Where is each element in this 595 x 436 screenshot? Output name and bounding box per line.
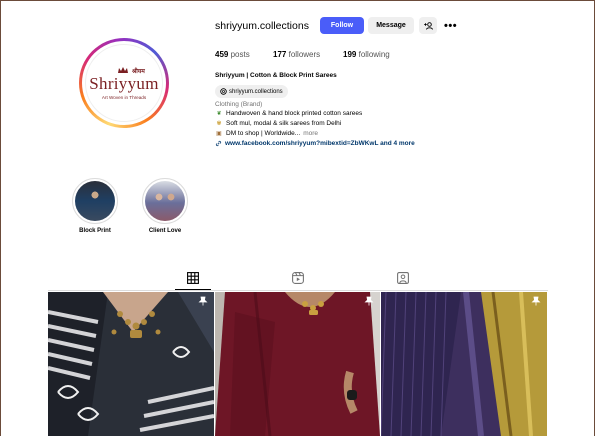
posts-stat: 459 posts (215, 50, 250, 59)
package-icon: ▣ (216, 130, 222, 137)
post-tile[interactable] (215, 292, 380, 436)
bio-line-2: ✾ Soft mul, modal & silk sarees from Del… (215, 120, 341, 127)
grid-icon[interactable] (187, 272, 199, 284)
profile-category: Clothing (Brand) (215, 101, 263, 108)
threads-handle: shriyyum.collections (229, 88, 283, 95)
profile-display-name: Shriyyum | Cotton & Block Print Sarees (215, 72, 337, 79)
crown-icon (118, 67, 128, 73)
follow-button[interactable]: Follow (320, 17, 364, 34)
suggest-accounts-button[interactable] (419, 17, 437, 34)
post-image (48, 292, 214, 436)
link-icon (215, 140, 222, 147)
sparkle-icon: ✾ (216, 120, 222, 127)
tabs-divider (48, 290, 548, 291)
following-label: following (358, 50, 390, 59)
reels-icon[interactable] (292, 272, 304, 284)
following-count: 199 (343, 50, 357, 59)
followers-count: 177 (273, 50, 287, 59)
brand-logo: श्रीयम Shriyyum Art Woven in Threads (85, 44, 163, 122)
highlight-block-print[interactable]: Block Print (70, 178, 120, 234)
posts-label: posts (230, 50, 250, 59)
logo-text: Shriyyum (89, 74, 159, 93)
add-person-icon (423, 21, 433, 30)
profile-avatar[interactable]: श्रीयम Shriyyum Art Woven in Threads (79, 38, 169, 128)
highlight-cover-image (145, 181, 185, 221)
post-image (215, 292, 380, 436)
posts-count: 459 (215, 50, 229, 59)
leaf-icon: ❦ (216, 110, 222, 117)
highlight-cover-image (75, 181, 115, 221)
highlight-label: Client Love (148, 228, 182, 234)
bio-text-3: DM to shop | Worldwide... (226, 130, 301, 137)
bio-text-1: Handwoven & hand block printed cotton sa… (226, 110, 363, 117)
username: shriyyum.collections (215, 20, 309, 32)
tagged-icon[interactable] (397, 272, 409, 284)
pin-icon (531, 296, 541, 306)
profile-link[interactable]: www.facebook.com/shriyyum?mibextid=ZbWKw… (215, 140, 415, 147)
message-button[interactable]: Message (368, 17, 414, 34)
following-stat[interactable]: 199 following (343, 50, 390, 59)
bio-more-link[interactable]: more (303, 130, 318, 137)
post-tile[interactable] (48, 292, 214, 436)
profile-link-text: www.facebook.com/shriyyum?mibextid=ZbWKw… (225, 140, 415, 147)
highlight-client-love[interactable]: Client Love (140, 178, 190, 234)
more-options-icon[interactable]: ••• (444, 20, 457, 32)
logo-hindi-text: श्रीयम (132, 68, 145, 75)
pin-icon (364, 296, 374, 306)
followers-stat[interactable]: 177 followers (273, 50, 320, 59)
active-tab-indicator (175, 289, 211, 290)
threads-badge[interactable]: shriyyum.collections (215, 85, 288, 98)
bio-text-2: Soft mul, modal & silk sarees from Delhi (226, 120, 342, 127)
bio-line-1: ❦ Handwoven & hand block printed cotton … (215, 110, 362, 117)
logo-tagline: Art Woven in Threads (101, 95, 147, 100)
bio-line-3: ▣ DM to shop | Worldwide... more (215, 130, 318, 137)
post-tile[interactable] (381, 292, 547, 436)
highlight-label: Block Print (79, 228, 111, 234)
followers-label: followers (288, 50, 321, 59)
post-image (381, 292, 547, 436)
threads-icon (220, 88, 227, 95)
pin-icon (198, 296, 208, 306)
